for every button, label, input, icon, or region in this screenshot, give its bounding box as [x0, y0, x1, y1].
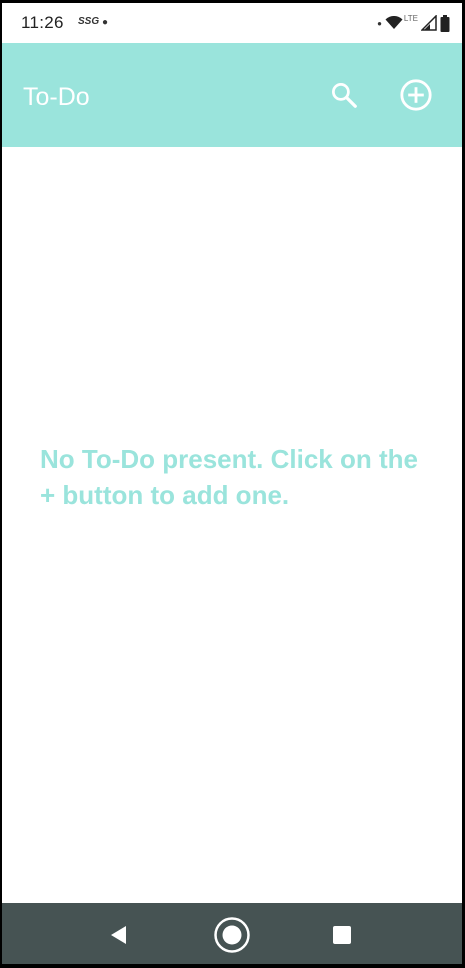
todo-list-area: No To-Do present. Click on the + button …	[2, 147, 462, 903]
app-bar: To-Do	[2, 43, 462, 147]
nav-recents-button[interactable]	[322, 915, 362, 955]
status-dot-icon: ●	[377, 18, 382, 28]
status-icons: ● LTE	[377, 11, 450, 35]
nav-home-button[interactable]	[212, 915, 252, 955]
back-triangle-icon	[111, 926, 126, 944]
add-circle-icon	[400, 79, 432, 111]
system-nav-bar	[2, 903, 462, 964]
notification-dot-icon: ●	[102, 17, 109, 28]
empty-state-message: No To-Do present. Click on the + button …	[40, 444, 418, 510]
nav-back-button[interactable]	[99, 915, 139, 955]
network-type-label: LTE	[403, 14, 418, 23]
app-title: To-Do	[23, 83, 90, 111]
add-todo-button[interactable]	[398, 77, 434, 113]
search-button[interactable]	[326, 77, 362, 113]
status-bar: 11:26 SSG ● ● LTE	[2, 3, 462, 43]
status-carrier: SSG	[78, 16, 100, 27]
recents-square-icon	[333, 926, 351, 944]
cell-signal-icon	[421, 15, 437, 31]
device-screen: 11:26 SSG ● ● LTE To-Do No To-Do present…	[2, 3, 462, 964]
wifi-icon	[385, 16, 403, 29]
status-time: 11:26	[21, 13, 64, 32]
battery-icon	[440, 14, 450, 32]
home-circle-icon	[214, 917, 250, 953]
search-icon	[332, 83, 357, 108]
